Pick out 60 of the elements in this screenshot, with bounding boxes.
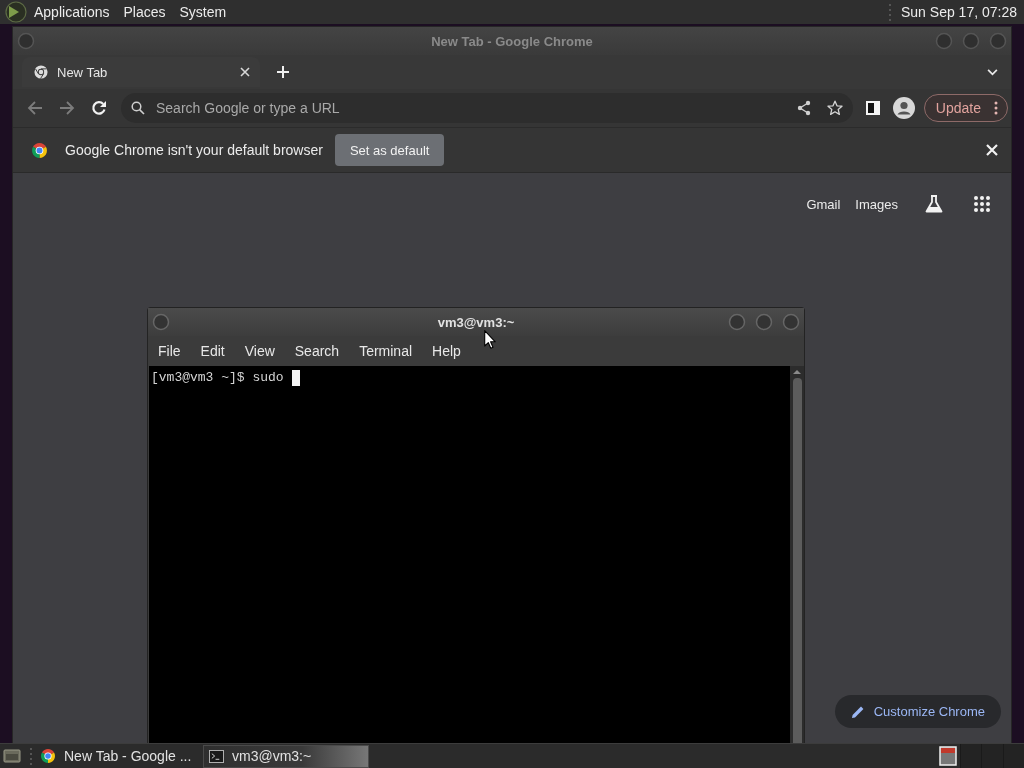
- menu-item[interactable]: Search: [284, 343, 350, 359]
- pencil-icon: [850, 704, 865, 719]
- apps-grid-icon[interactable]: [973, 195, 991, 213]
- menu-item[interactable]: View: [234, 343, 285, 359]
- window-button-icon[interactable]: [755, 313, 773, 331]
- window-button-icon[interactable]: [935, 32, 953, 50]
- window-button-icon[interactable]: [962, 32, 980, 50]
- grip-icon[interactable]: [888, 3, 892, 21]
- close-icon[interactable]: [240, 67, 250, 77]
- star-icon[interactable]: [826, 100, 843, 116]
- side-panel-icon[interactable]: [865, 101, 880, 115]
- info-message: Google Chrome isn't your default browser: [65, 142, 323, 158]
- window-button-icon[interactable]: [152, 313, 170, 331]
- profile-avatar-icon[interactable]: [892, 97, 915, 119]
- share-icon[interactable]: [796, 100, 811, 116]
- menu-item[interactable]: Terminal: [349, 343, 423, 359]
- search-icon: [131, 101, 145, 115]
- window-button-icon[interactable]: [728, 313, 746, 331]
- menu-item[interactable]: Edit: [190, 343, 235, 359]
- address-bar[interactable]: Search Google or type a URL: [121, 93, 853, 123]
- terminal-output[interactable]: [vm3@vm3 ~]$ sudo: [149, 366, 790, 743]
- browser-logo-icon: [31, 141, 48, 159]
- window-title: New Tab - Google Chrome: [431, 33, 593, 49]
- address-field[interactable]: Search Google or type a URL: [154, 99, 797, 117]
- mouse-pointer-icon: [484, 330, 496, 349]
- panel-menu[interactable]: Places: [123, 4, 166, 20]
- plus-icon[interactable]: [277, 66, 289, 78]
- grip-icon[interactable]: [29, 747, 33, 765]
- triangle-logo-icon[interactable]: [5, 1, 27, 23]
- window-button-icon[interactable]: [782, 313, 800, 331]
- block-cursor-icon: [291, 369, 300, 386]
- arrow-left-icon: [27, 100, 43, 116]
- window-icon[interactable]: [939, 746, 957, 766]
- terminal-icon: [209, 749, 224, 763]
- chevron-down-icon[interactable]: [987, 68, 998, 76]
- header-link[interactable]: Gmail: [806, 196, 841, 212]
- more-vertical-icon: [994, 101, 998, 115]
- command-line: [vm3@vm3 ~]$ sudo: [151, 370, 284, 385]
- browser-logo-icon: [34, 65, 48, 79]
- show-desktop-icon[interactable]: [3, 748, 21, 764]
- menu-item[interactable]: File: [148, 343, 191, 359]
- clock[interactable]: Sun Sep 17, 07:28: [901, 4, 1017, 20]
- browser-logo-icon: [40, 748, 56, 764]
- flask-icon[interactable]: [924, 194, 944, 214]
- customize-button[interactable]: Customize Chrome: [834, 695, 1001, 728]
- panel-menu[interactable]: Applications: [34, 4, 110, 20]
- header-link[interactable]: Images: [855, 196, 898, 212]
- reload-icon: [91, 100, 107, 116]
- menu-item[interactable]: Help: [422, 343, 471, 359]
- update-button[interactable]: Update: [923, 94, 1008, 122]
- window-title: vm3@vm3:~: [437, 314, 515, 330]
- taskbar-button[interactable]: vm3@vm3:~: [203, 744, 369, 768]
- workspace-switcher[interactable]: [960, 744, 1024, 768]
- set-default-button[interactable]: Set as default: [334, 134, 445, 166]
- scrollbar[interactable]: [790, 366, 804, 743]
- window-button-icon[interactable]: [989, 32, 1007, 50]
- arrow-right-icon: [59, 100, 75, 116]
- panel-menu[interactable]: System: [179, 4, 227, 20]
- taskbar-button[interactable]: New Tab - Google ...: [35, 744, 201, 768]
- window-button-icon[interactable]: [17, 32, 35, 50]
